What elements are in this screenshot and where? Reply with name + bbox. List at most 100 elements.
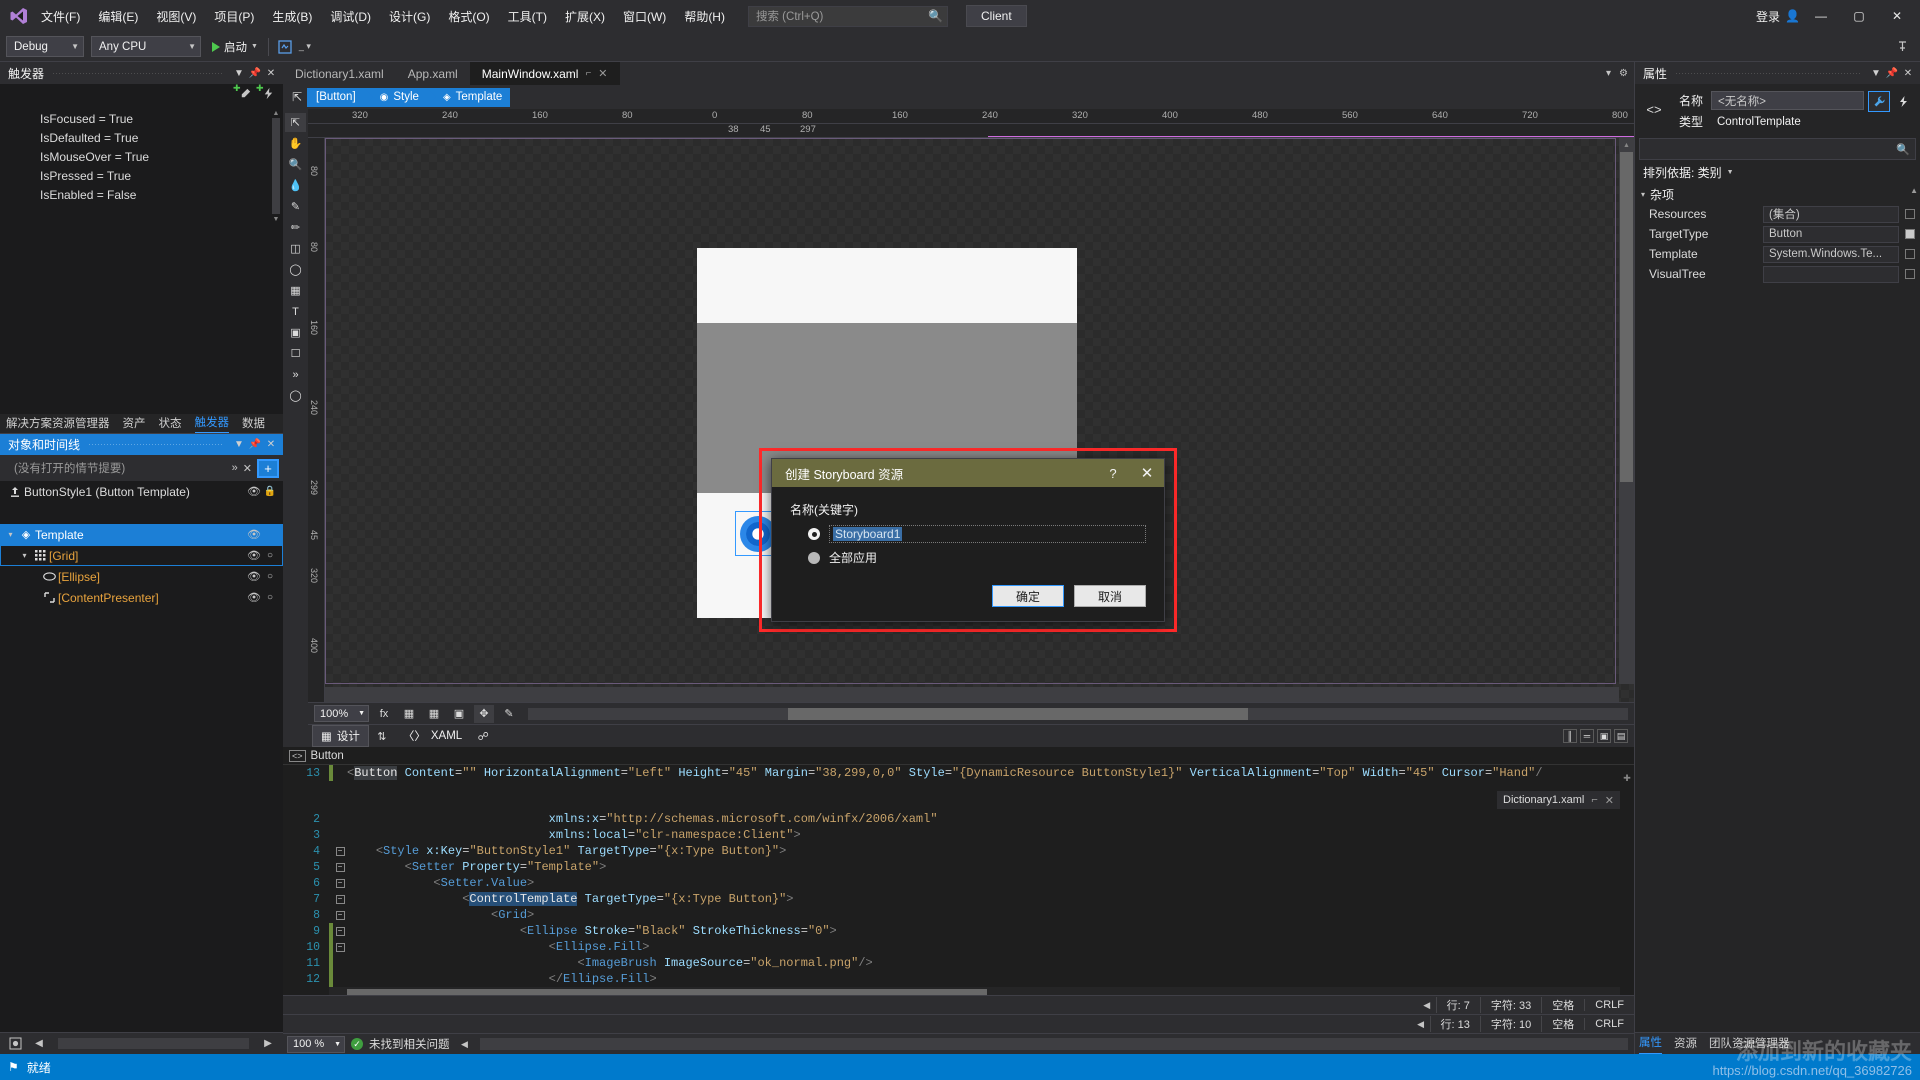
- property-marker-icon[interactable]: [1905, 269, 1915, 279]
- client-button[interactable]: Client: [965, 5, 1027, 27]
- menu-build[interactable]: 生成(B): [263, 4, 321, 29]
- open-in-blend-icon[interactable]: ☍: [473, 727, 493, 745]
- text-tool-icon[interactable]: T: [285, 302, 306, 321]
- panel-menu-icon[interactable]: ▼: [1868, 64, 1884, 82]
- expander-icon[interactable]: ▾: [4, 530, 17, 539]
- zoom-combo[interactable]: 100% ▼: [314, 705, 369, 722]
- collapse-pane-icon[interactable]: ▣: [1597, 729, 1611, 743]
- fold-collapse-icon[interactable]: −: [335, 910, 345, 920]
- show-grid-icon[interactable]: ▦: [424, 705, 444, 723]
- tab-states[interactable]: 状态: [159, 415, 182, 433]
- doc-tab-app[interactable]: App.xaml: [396, 62, 470, 85]
- chevron-down-icon[interactable]: ▼: [1727, 169, 1734, 176]
- code-line[interactable]: 13 <Button Content="" HorizontalAlignmen…: [283, 765, 1620, 781]
- timeline-scrollbar[interactable]: [58, 1038, 249, 1049]
- triggers-scrollbar[interactable]: ▲ ▼: [271, 108, 281, 228]
- dialog-applyall-option-row[interactable]: 全部应用: [790, 549, 1146, 566]
- property-value[interactable]: System.Windows.Te...: [1763, 245, 1899, 263]
- events-tab-icon[interactable]: [1892, 91, 1914, 112]
- breadcrumb-style[interactable]: ◉ Style: [363, 87, 437, 107]
- trigger-item[interactable]: IsEnabled = False: [40, 186, 283, 205]
- designer-horizontal-scrollbar[interactable]: [325, 687, 1619, 702]
- annotation-icon[interactable]: ✎: [499, 705, 519, 723]
- property-marker-icon[interactable]: [1905, 209, 1915, 219]
- trigger-item[interactable]: IsDefaulted = True: [40, 129, 283, 148]
- code-line[interactable]: 4 − <Style x:Key = "ButtonStyle1" TargetTyp…: [283, 843, 1634, 859]
- scrollbar-thumb[interactable]: [1620, 152, 1633, 482]
- inner-doc-tab-dictionary1[interactable]: Dictionary1.xaml ⌐ ✕: [1497, 791, 1620, 809]
- fold-collapse-icon[interactable]: −: [335, 926, 345, 936]
- ellipse-tool-icon[interactable]: ◯: [285, 260, 306, 279]
- show-adorners-icon[interactable]: ▣: [449, 705, 469, 723]
- pin-icon[interactable]: 📌: [247, 436, 263, 454]
- layout-tool-icon[interactable]: ▣: [285, 323, 306, 342]
- help-button[interactable]: ?: [1096, 459, 1130, 487]
- code-line[interactable]: 6 − <Setter.Value>: [283, 875, 1634, 891]
- horizontal-split-icon[interactable]: ═: [1580, 729, 1594, 743]
- create-storyboard-dialog[interactable]: 创建 Storyboard 资源 ? ✕ 名称(关键字) Storyboard1…: [771, 458, 1165, 622]
- scroll-down-icon[interactable]: ▼: [271, 214, 281, 224]
- code-line[interactable]: 7 − <ControlTemplate TargetType="{x:Type …: [283, 891, 1634, 907]
- property-row-resources[interactable]: Resources (集合): [1635, 204, 1920, 224]
- doc-tab-mainwindow[interactable]: MainWindow.xaml ⌐ ✕: [469, 62, 620, 85]
- property-marker-icon[interactable]: [1905, 249, 1915, 259]
- config-combo[interactable]: Debug ▼: [6, 36, 84, 57]
- properties-scroll-up-icon[interactable]: ▲: [1910, 186, 1918, 195]
- fold-gutter[interactable]: −: [333, 910, 347, 920]
- properties-search-box[interactable]: 🔍: [1639, 138, 1916, 160]
- eye-icon[interactable]: 👁: [245, 570, 263, 583]
- pin-icon[interactable]: 📌: [1884, 64, 1900, 82]
- close-button[interactable]: ✕: [1880, 1, 1914, 31]
- fold-collapse-icon[interactable]: −: [335, 942, 345, 952]
- tab-assets[interactable]: 资产: [123, 415, 146, 433]
- selection-cursor-icon[interactable]: ⇱: [287, 87, 307, 107]
- eye-icon[interactable]: 👁: [245, 528, 263, 541]
- property-value[interactable]: Button: [1763, 225, 1899, 243]
- eye-icon[interactable]: 👁: [245, 485, 263, 498]
- designer-bottom-scrollbar[interactable]: [528, 707, 1628, 720]
- property-row-template[interactable]: Template System.Windows.Te...: [1635, 244, 1920, 264]
- tree-item-template[interactable]: ▾ ◈ Template 👁: [0, 524, 283, 545]
- toolbar-overflow-icon[interactable]: _ ▾: [295, 37, 315, 57]
- new-storyboard-button[interactable]: +: [257, 458, 279, 478]
- doc-tab-dictionary1[interactable]: Dictionary1.xaml: [283, 62, 396, 85]
- dictionary1-code-pane[interactable]: Dictionary1.xaml ⌐ ✕ 2 xmlns:x="http://s…: [283, 791, 1634, 995]
- panel-menu-icon[interactable]: ▼: [231, 436, 247, 454]
- pan-tool-icon[interactable]: ✋: [285, 134, 306, 153]
- lock-icon[interactable]: ○: [263, 571, 277, 582]
- code-line[interactable]: 9− <Ellipse Stroke="Black" StrokeThickne…: [283, 923, 1634, 939]
- menu-window[interactable]: 窗口(W): [614, 4, 675, 29]
- property-row-targettype[interactable]: TargetType Button: [1635, 224, 1920, 244]
- fold-gutter[interactable]: −: [333, 894, 347, 904]
- scroll-left-icon[interactable]: ◀: [1412, 1019, 1430, 1030]
- lock-icon[interactable]: ○: [263, 592, 277, 603]
- minimize-button[interactable]: —: [1804, 1, 1838, 31]
- global-search-box[interactable]: 搜索 (Ctrl+Q) 🔍: [747, 5, 948, 27]
- fit-to-window-icon[interactable]: fx: [374, 705, 394, 723]
- code-line[interactable]: 8 − <Grid>: [283, 907, 1634, 923]
- menu-project[interactable]: 项目(P): [205, 4, 263, 29]
- tree-root-buttonstyle1[interactable]: ButtonStyle1 (Button Template) 👁 🔒: [0, 481, 283, 502]
- swap-panes-icon[interactable]: ⇅: [372, 727, 392, 745]
- menu-design[interactable]: 设计(G): [380, 4, 439, 29]
- chevron-double-down-icon[interactable]: »: [232, 462, 238, 474]
- trigger-item[interactable]: IsMouseOver = True: [40, 148, 283, 167]
- dialog-cancel-button[interactable]: 取消: [1074, 585, 1146, 607]
- menu-edit[interactable]: 编辑(E): [89, 4, 147, 29]
- tree-item-contentpresenter[interactable]: [ContentPresenter] 👁 ○: [0, 587, 283, 608]
- fold-collapse-icon[interactable]: −: [335, 862, 345, 872]
- snap-to-guides-icon[interactable]: ✥: [474, 704, 494, 723]
- properties-tab-icon[interactable]: [1868, 91, 1890, 112]
- fold-gutter[interactable]: −: [333, 878, 347, 888]
- lock-icon[interactable]: ○: [263, 550, 277, 561]
- menu-debug[interactable]: 调试(D): [321, 4, 380, 29]
- scrollbar-thumb[interactable]: [788, 707, 1248, 720]
- eye-icon[interactable]: 👁: [245, 549, 263, 562]
- panel-menu-icon[interactable]: ▼: [231, 64, 247, 82]
- fold-collapse-icon[interactable]: −: [335, 878, 345, 888]
- menu-file[interactable]: 文件(F): [32, 4, 89, 29]
- code-line[interactable]: 3 xmlns:local="clr-namespace:Client">: [283, 827, 1634, 843]
- scroll-right-icon[interactable]: ▶: [259, 1036, 277, 1052]
- scroll-left-icon[interactable]: ◀: [456, 1039, 474, 1050]
- code-line[interactable]: 2 xmlns:x="http://schemas.microsoft.com/…: [283, 811, 1634, 827]
